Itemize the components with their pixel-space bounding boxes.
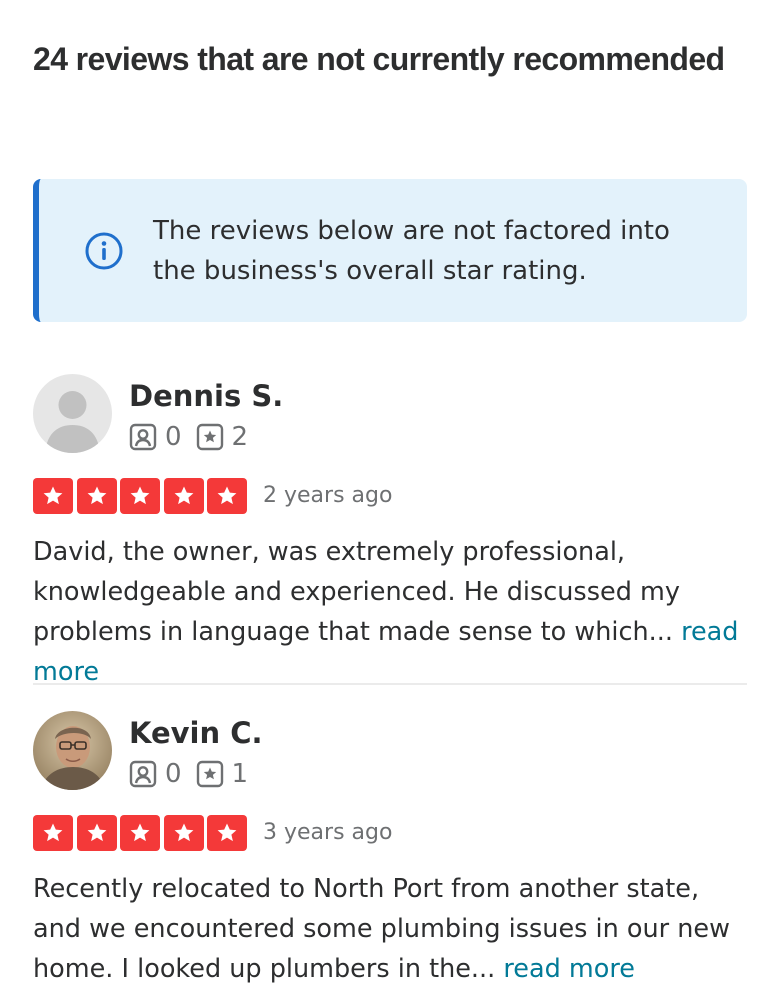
- friends-count: 0: [165, 422, 182, 452]
- user-name[interactable]: Kevin C.: [129, 713, 263, 753]
- user-photo: [33, 711, 112, 790]
- star-rating: [33, 478, 251, 514]
- divider: [33, 683, 747, 685]
- default-user-icon: [33, 374, 112, 453]
- star-icon: [163, 815, 204, 851]
- friends-icon: [129, 760, 157, 788]
- review-count: 2: [231, 422, 249, 452]
- user-stats: 0 1: [129, 759, 262, 789]
- review-count: 1: [231, 759, 249, 789]
- notice-text: The reviews below are not factored into …: [153, 216, 670, 286]
- read-more-link[interactable]: read more: [503, 954, 635, 984]
- star-icon: [120, 478, 160, 514]
- star-rating: [33, 815, 251, 851]
- star-icon: [207, 815, 247, 851]
- avatar[interactable]: [33, 711, 112, 790]
- review-count-icon: [196, 760, 223, 788]
- info-notice: The reviews below are not factored into …: [33, 179, 747, 322]
- review-date: 2 years ago: [263, 483, 393, 508]
- review-body: David, the owner, was extremely professi…: [33, 537, 680, 647]
- page: 24 reviews that are not currently recomm…: [0, 0, 779, 1000]
- review-text: David, the owner, was extremely professi…: [33, 532, 747, 692]
- review-count-icon: [196, 423, 223, 451]
- review-text: Recently relocated to North Port from an…: [33, 869, 747, 989]
- star-icon: [76, 478, 117, 514]
- star-icon: [120, 815, 160, 851]
- user-name[interactable]: Dennis S.: [129, 376, 283, 416]
- page-title: 24 reviews that are not currently recomm…: [33, 41, 725, 77]
- star-icon: [163, 478, 204, 514]
- star-icon: [33, 815, 73, 851]
- friends-icon: [129, 423, 157, 451]
- info-icon: [85, 232, 123, 270]
- star-icon: [76, 815, 117, 851]
- review-date: 3 years ago: [263, 820, 393, 845]
- star-icon: [33, 478, 73, 514]
- friends-count: 0: [165, 759, 182, 789]
- star-icon: [207, 478, 247, 514]
- user-stats: 0 2: [129, 422, 262, 452]
- avatar[interactable]: [33, 374, 112, 453]
